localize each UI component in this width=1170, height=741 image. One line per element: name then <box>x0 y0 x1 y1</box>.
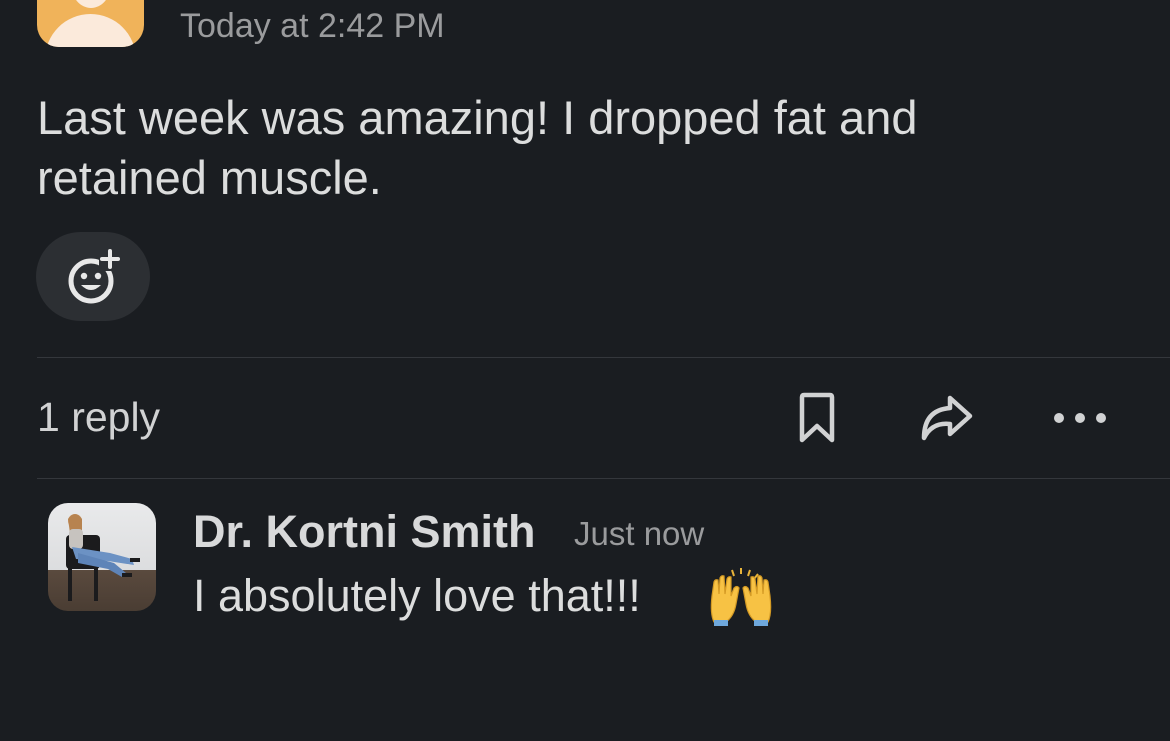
reply-author-name[interactable]: Dr. Kortni Smith <box>193 506 536 558</box>
divider <box>37 478 1170 479</box>
reply-count-link[interactable]: 1 reply <box>37 394 160 441</box>
more-actions-button[interactable] <box>1048 388 1112 448</box>
reply-message: I absolutely love that!!! <box>193 570 641 621</box>
more-icon <box>1054 413 1106 423</box>
avatar-body-shape <box>45 14 136 47</box>
raising-hands-emoji <box>710 568 772 626</box>
add-reaction-icon <box>68 248 121 303</box>
message-timestamp: Today at 2:42 PM <box>180 7 445 45</box>
avatar-photo <box>66 514 140 601</box>
add-reaction-button[interactable] <box>36 232 150 321</box>
divider <box>37 357 1170 358</box>
bookmark-icon <box>799 392 835 443</box>
message-body: Last week was amazing! I dropped fat and… <box>37 91 918 204</box>
save-button[interactable] <box>785 388 849 448</box>
share-button[interactable] <box>914 388 978 448</box>
user-avatar[interactable] <box>37 0 144 47</box>
reply-author-avatar[interactable] <box>48 503 156 611</box>
reply-timestamp: Just now <box>574 515 705 552</box>
message-thread-screen: Today at 2:42 PM Last week was amazing! … <box>0 0 1170 741</box>
share-icon <box>921 395 973 441</box>
avatar-head-shape <box>71 0 111 8</box>
